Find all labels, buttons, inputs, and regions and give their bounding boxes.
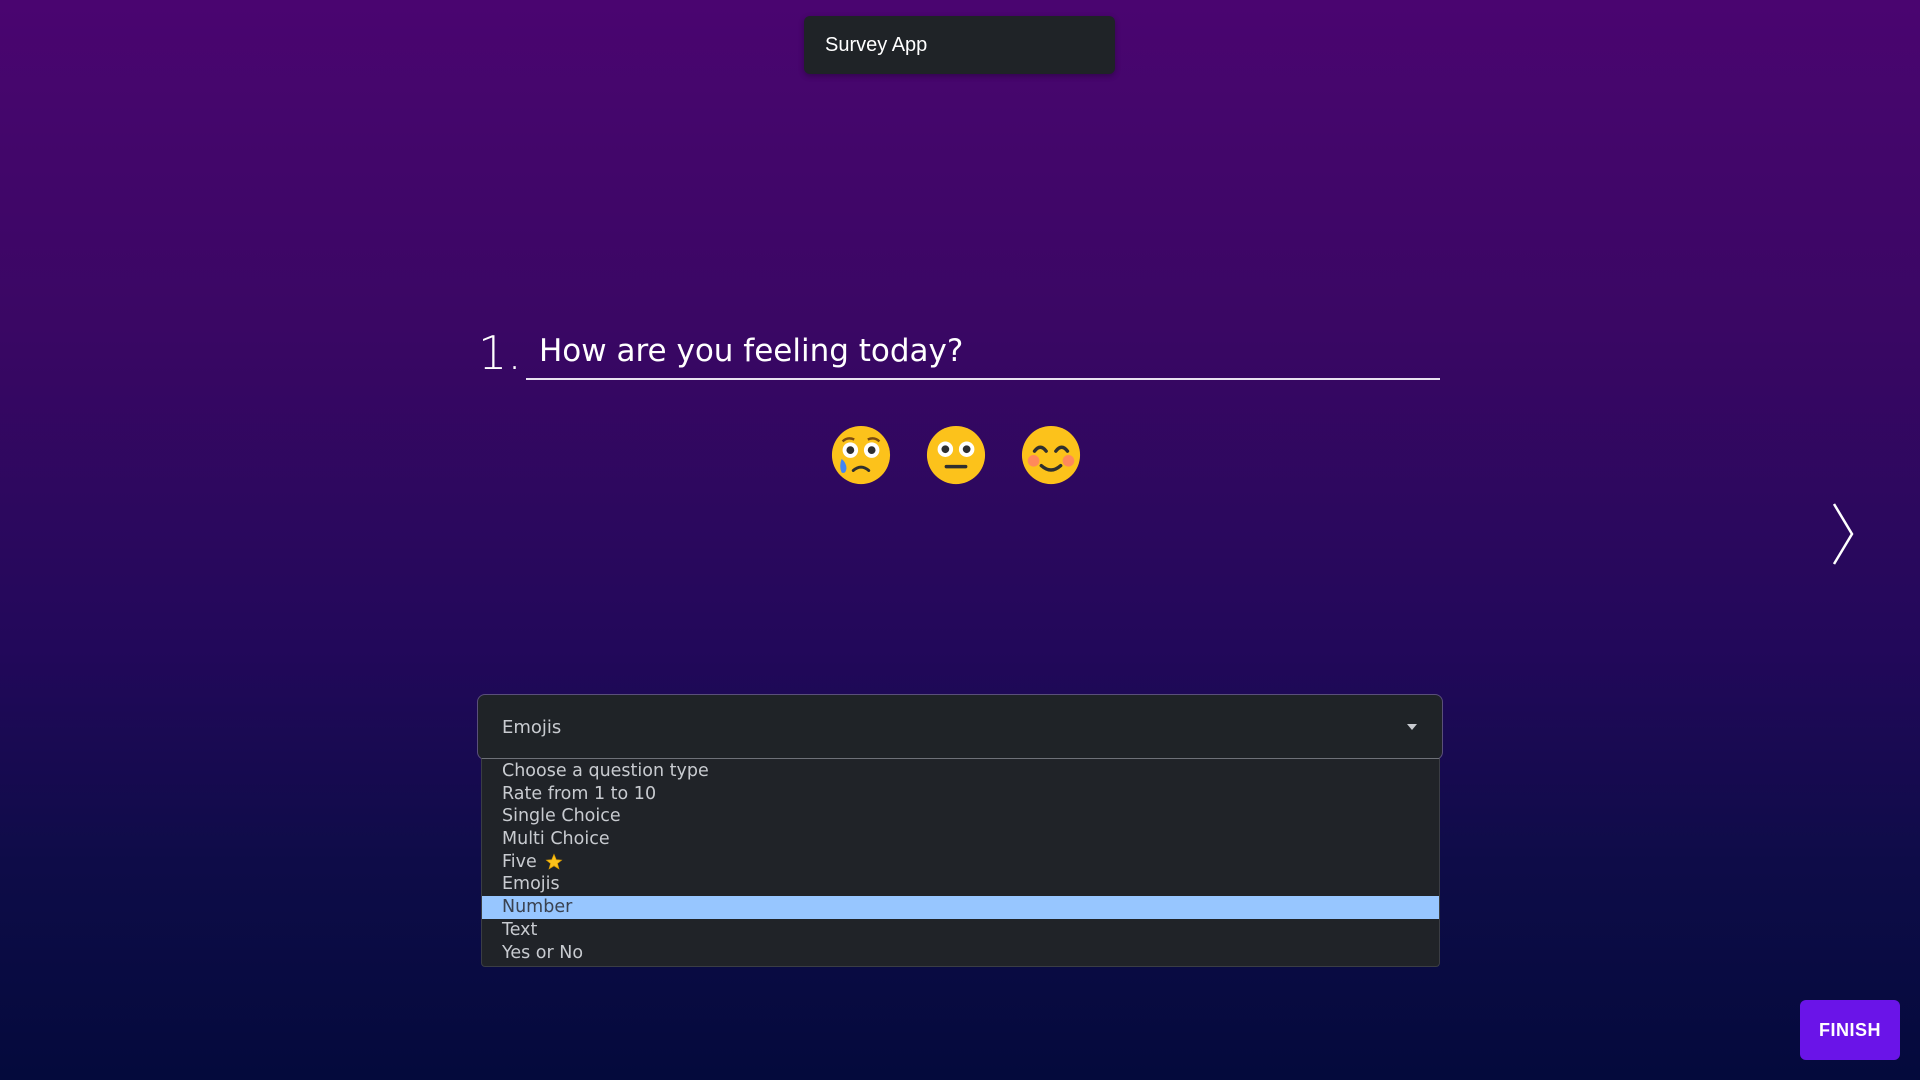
option-single-choice[interactable]: Single Choice	[482, 805, 1439, 828]
question-type-select[interactable]: Emojis	[477, 694, 1443, 760]
option-five-stars[interactable]: Five	[482, 851, 1439, 874]
caret-down-icon	[1407, 724, 1417, 730]
option-choose[interactable]: Choose a question type	[482, 760, 1439, 783]
select-value: Emojis	[502, 717, 562, 738]
next-arrow-icon[interactable]	[1830, 502, 1856, 566]
question-number: 1.	[478, 326, 522, 380]
question-text-input[interactable]	[526, 318, 1440, 378]
finish-button[interactable]: FINISH	[1800, 1000, 1900, 1060]
option-emojis[interactable]: Emojis	[482, 873, 1439, 896]
option-multi-choice[interactable]: Multi Choice	[482, 828, 1439, 851]
app-bar: Survey App	[804, 16, 1115, 74]
question-input-wrapper	[526, 318, 1440, 380]
option-text[interactable]: Text	[482, 919, 1439, 942]
smiling-face-icon[interactable]	[1020, 424, 1082, 486]
star-icon	[545, 853, 563, 870]
crying-face-icon[interactable]	[830, 424, 892, 486]
emoji-options	[830, 424, 1082, 486]
option-number[interactable]: Number	[482, 896, 1439, 919]
option-yes-no[interactable]: Yes or No	[482, 942, 1439, 965]
question-type-dropdown: Choose a question type Rate from 1 to 10…	[481, 758, 1440, 967]
app-title: Survey App	[825, 33, 928, 56]
option-rate[interactable]: Rate from 1 to 10	[482, 783, 1439, 806]
neutral-face-icon[interactable]	[925, 424, 987, 486]
